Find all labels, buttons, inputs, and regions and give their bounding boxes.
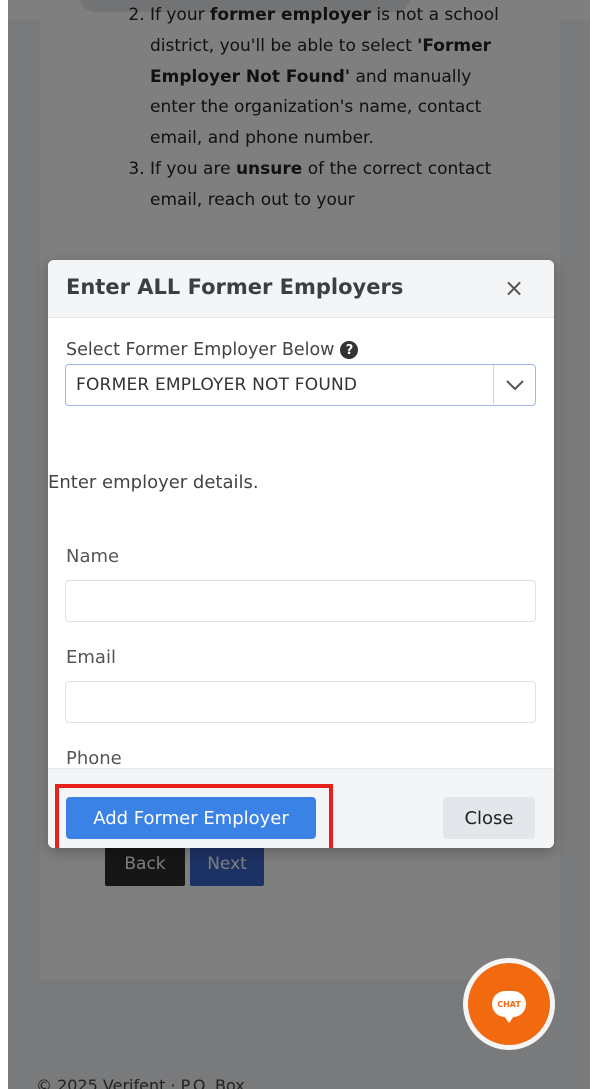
add-former-employer-button[interactable]: Add Former Employer [66,797,316,839]
modal-footer: Add Former Employer Close [48,768,554,848]
select-value: FORMER EMPLOYER NOT FOUND [76,375,358,395]
email-label: Email [66,647,116,668]
name-field[interactable] [65,580,536,622]
close-button[interactable]: Close [443,797,535,839]
phone-label: Phone [66,748,122,769]
screen-edge-left [0,0,8,1089]
chat-icon: CHAT [492,991,526,1023]
former-employer-modal: Enter ALL Former Employers × Select Form… [48,260,554,848]
chat-button-inner: CHAT [468,963,550,1045]
close-icon[interactable]: × [500,274,528,302]
select-label-text: Select Former Employer Below [66,340,335,360]
screen-edge-right [590,0,598,1089]
former-employer-select[interactable]: FORMER EMPLOYER NOT FOUND [65,364,536,406]
details-hint: Enter employer details. [48,472,259,493]
modal-title: Enter ALL Former Employers [66,275,404,299]
chat-icon-label: CHAT [497,999,521,1009]
email-field[interactable] [65,681,536,723]
name-label: Name [66,546,120,567]
modal-body: Select Former Employer Below ? FORMER EM… [48,318,554,822]
modal-header: Enter ALL Former Employers × [48,260,554,318]
help-icon[interactable]: ? [340,341,359,359]
chevron-down-icon[interactable] [494,365,535,404]
chat-button[interactable]: CHAT [463,958,555,1050]
select-label: Select Former Employer Below ? [66,340,359,360]
